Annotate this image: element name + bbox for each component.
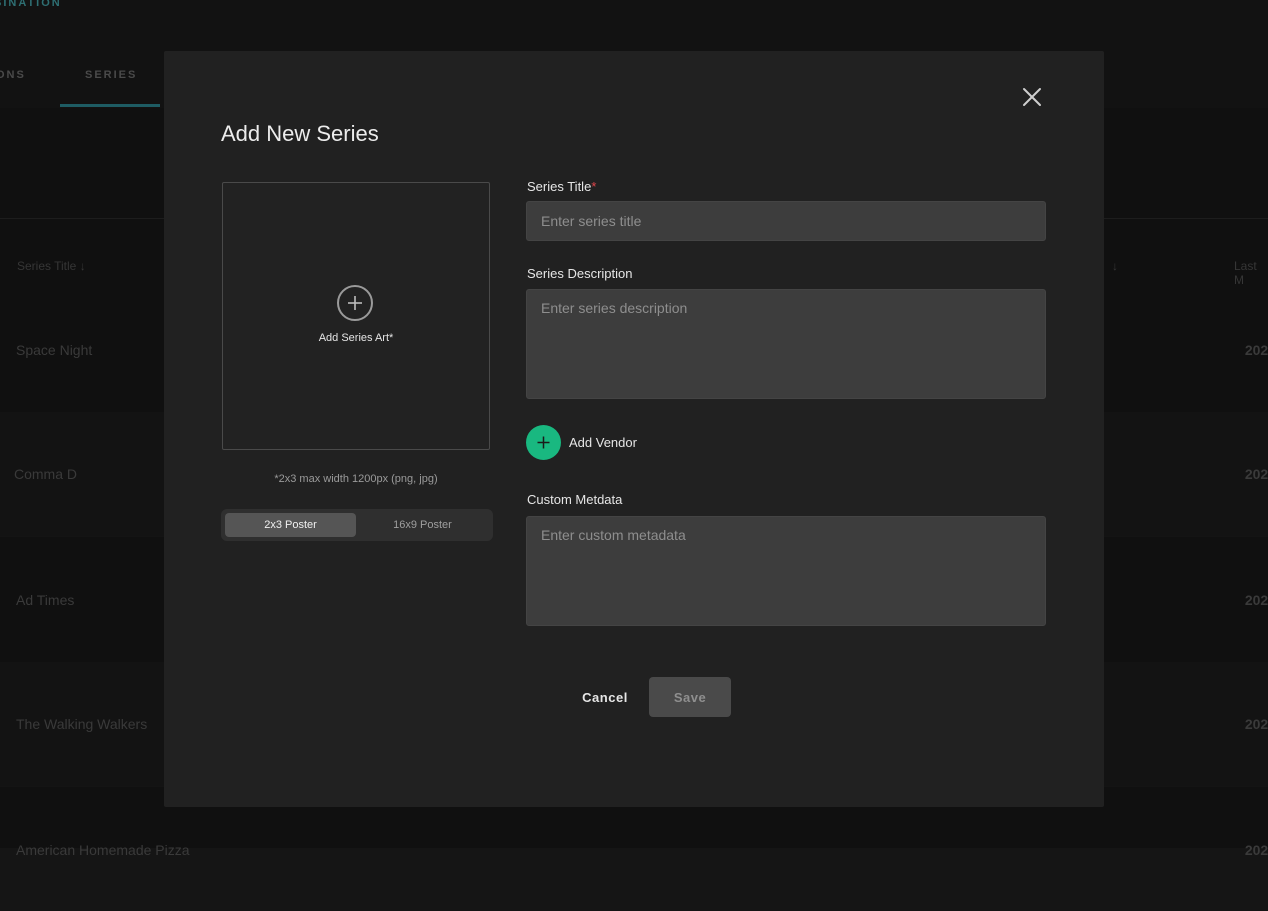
series-description-input[interactable] — [526, 289, 1046, 399]
poster-option-16x9[interactable]: 16x9 Poster — [357, 513, 488, 537]
row-date: 2021 — [1244, 592, 1268, 608]
add-series-modal: Add New Series Add Series Art* *2x3 max … — [164, 51, 1104, 807]
row-title: Space Night — [16, 342, 93, 358]
add-vendor-label: Add Vendor — [569, 435, 637, 450]
tab-sessions[interactable]: ONS — [0, 69, 26, 81]
cancel-button[interactable]: Cancel — [568, 677, 642, 717]
plus-circle-icon — [337, 285, 373, 321]
column-header-sort[interactable]: ↓ — [1112, 259, 1118, 273]
row-date: 2021 — [1244, 842, 1268, 858]
row-title: Comma D — [14, 466, 78, 482]
poster-option-2x3[interactable]: 2x3 Poster — [225, 513, 356, 537]
column-header-series-title[interactable]: Series Title ↓ — [17, 259, 86, 273]
series-description-label: Series Description — [527, 266, 633, 281]
top-bar — [0, 0, 1268, 43]
custom-metadata-label: Custom Metdata — [527, 492, 623, 507]
row-date: 2021 — [1244, 716, 1268, 732]
required-mark: * — [591, 179, 597, 194]
brand-logo-text: SINATION — [0, 0, 62, 9]
column-header-last-modified[interactable]: Last M — [1234, 259, 1268, 287]
row-date: 2021 — [1244, 466, 1268, 482]
row-title: American Homemade Pizza — [16, 842, 190, 858]
modal-title: Add New Series — [221, 121, 379, 146]
series-title-label: Series Title* — [527, 179, 596, 194]
series-title-input[interactable] — [526, 201, 1046, 241]
add-series-art-label: Add Series Art* — [318, 332, 394, 344]
close-icon — [1023, 88, 1041, 106]
active-tab-underline — [60, 104, 160, 107]
series-title-label-text: Series Title — [527, 179, 592, 194]
row-title: The Walking Walkers — [16, 716, 148, 732]
plus-icon — [526, 425, 561, 460]
tab-series[interactable]: SERIES — [85, 69, 137, 81]
custom-metadata-input[interactable] — [526, 516, 1046, 626]
row-date: 2021 — [1244, 342, 1268, 358]
poster-format-toggle: 2x3 Poster 16x9 Poster — [221, 509, 493, 541]
series-art-dropzone[interactable]: Add Series Art* — [222, 182, 490, 450]
art-size-hint: *2x3 max width 1200px (png, jpg) — [274, 473, 438, 485]
save-button[interactable]: Save — [649, 677, 731, 717]
row-title: Ad Times — [16, 592, 75, 608]
close-button[interactable] — [1019, 84, 1045, 110]
